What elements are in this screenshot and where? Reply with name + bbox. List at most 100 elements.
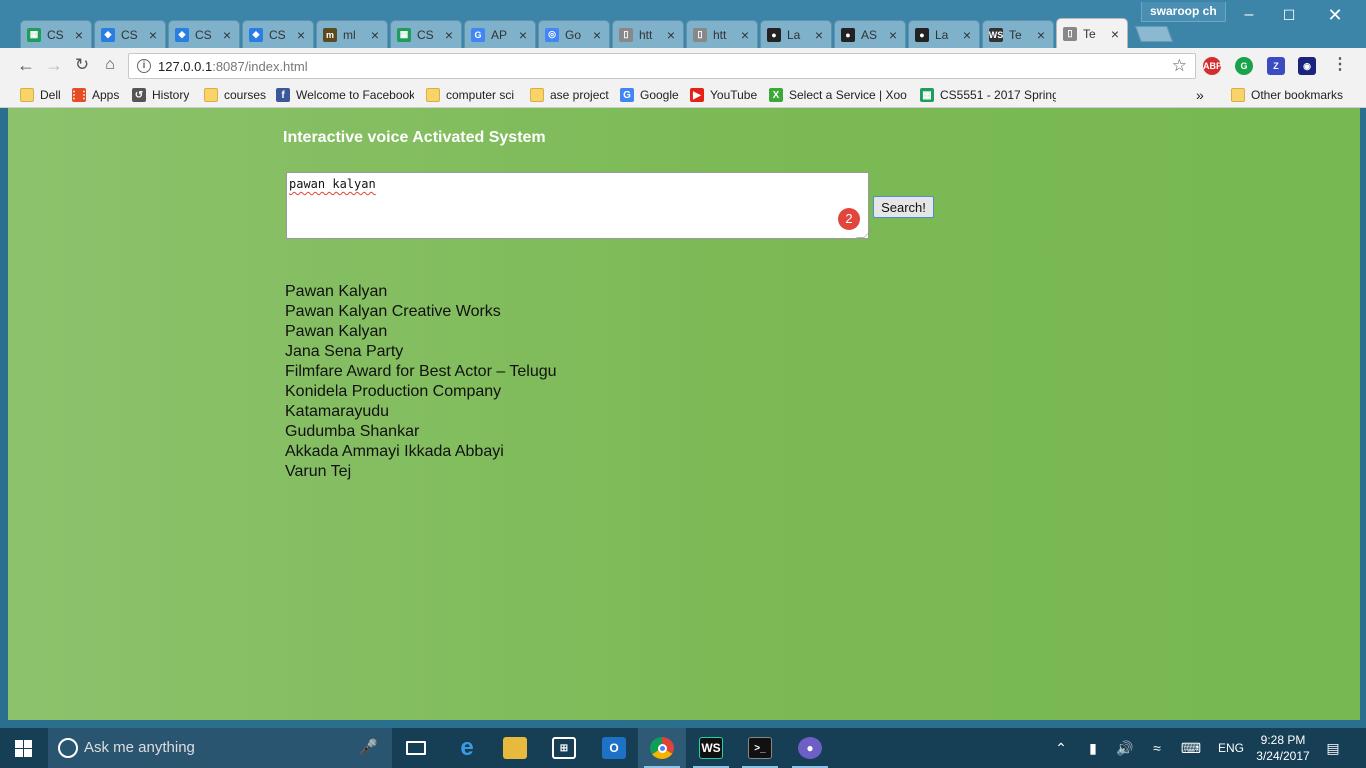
browser-tab[interactable]: ▯ Te ×	[1056, 18, 1128, 48]
back-arrow-icon[interactable]: ←	[14, 54, 38, 76]
extension-icon[interactable]: ◉	[1298, 57, 1316, 75]
language-indicator[interactable]: ENG	[1214, 728, 1248, 768]
file-explorer-app[interactable]	[491, 728, 539, 768]
chrome-app[interactable]	[638, 728, 686, 768]
grammarly-badge[interactable]: 2	[838, 208, 860, 230]
clock[interactable]: 9:28 PM 3/24/2017	[1254, 732, 1312, 764]
close-window-button[interactable]: ✕	[1312, 0, 1358, 30]
site-info-icon[interactable]: i	[137, 59, 151, 73]
more-bookmarks-chevron-icon[interactable]: »	[1196, 86, 1204, 104]
bookmark-item[interactable]: ↺ History	[132, 86, 189, 104]
tab-close-icon[interactable]: ×	[73, 27, 85, 43]
bookmark-item[interactable]: G Google	[620, 86, 679, 104]
cortana-search-box[interactable]: Ask me anything 🎤	[48, 728, 392, 768]
tab-close-icon[interactable]: ×	[517, 27, 529, 43]
windows-start-icon[interactable]	[15, 740, 32, 757]
folder-icon	[1231, 88, 1245, 102]
github-desktop-app[interactable]: ●	[786, 728, 834, 768]
search-button[interactable]: Search!	[873, 196, 934, 218]
new-tab-button[interactable]	[1135, 26, 1173, 42]
tab-title: CS	[121, 27, 138, 42]
wifi-icon[interactable]: ≈	[1146, 728, 1168, 768]
webstorm-app[interactable]: WS	[687, 728, 735, 768]
bookmark-star-icon[interactable]: ☆	[1172, 56, 1187, 76]
tab-close-icon[interactable]: ×	[813, 27, 825, 43]
zotero-icon[interactable]: Z	[1267, 57, 1285, 75]
task-view-button[interactable]	[392, 728, 440, 768]
tab-close-icon[interactable]: ×	[147, 27, 159, 43]
edge-app[interactable]: e	[443, 728, 491, 768]
tab-close-icon[interactable]: ×	[887, 27, 899, 43]
url-text[interactable]: 127.0.0.1:8087/index.html	[158, 59, 308, 74]
grammarly-icon[interactable]: G	[1235, 57, 1253, 75]
tab-close-icon[interactable]: ×	[443, 27, 455, 43]
menu-kebab-icon[interactable]: ⋮	[1328, 54, 1352, 76]
browser-tab[interactable]: ▦ CS ×	[390, 20, 462, 48]
outlook-app[interactable]: O	[590, 728, 638, 768]
bookmark-item[interactable]: courses	[204, 86, 266, 104]
browser-tab[interactable]: ● La ×	[760, 20, 832, 48]
tab-close-icon[interactable]: ×	[1035, 27, 1047, 43]
tab-close-icon[interactable]: ×	[739, 27, 751, 43]
folder-icon	[426, 88, 440, 102]
browser-tab[interactable]: ▦ CS ×	[20, 20, 92, 48]
keyboard-icon[interactable]: ⌨	[1178, 728, 1204, 768]
other-bookmarks[interactable]: Other bookmarks	[1231, 86, 1343, 104]
tab-close-icon[interactable]: ×	[961, 27, 973, 43]
bookmark-item[interactable]: ⋮⋮ Apps	[72, 86, 119, 104]
home-icon[interactable]: ⌂	[98, 54, 122, 76]
store-app[interactable]: ⊞	[540, 728, 588, 768]
sheets-icon: ▦	[397, 27, 411, 42]
bookmark-item[interactable]: f Welcome to Facebook	[276, 86, 414, 104]
tab-title: htt	[713, 27, 727, 42]
browser-tab[interactable]: ▯ htt ×	[686, 20, 758, 48]
address-bar[interactable]: i 127.0.0.1:8087/index.html ☆	[128, 53, 1196, 79]
profile-button[interactable]: swaroop ch	[1141, 2, 1226, 22]
query-textarea[interactable]	[286, 172, 869, 239]
tab-close-icon[interactable]: ×	[665, 27, 677, 43]
browser-tab[interactable]: G AP ×	[464, 20, 536, 48]
bookmark-item[interactable]: ▦ CS5551 - 2017 Spring	[920, 86, 1056, 104]
browser-tab[interactable]: ◆ CS ×	[242, 20, 314, 48]
show-hidden-icons-icon[interactable]: ⌃	[1052, 728, 1070, 768]
edge-icon: e	[460, 734, 474, 761]
terminal-icon: >_	[748, 737, 772, 759]
browser-titlebar: ▦ CS × ◆ CS × ◆ CS × ◆ CS × m ml × ▦ CS × G AP × ◎ Go × ▯ htt × ▯ ht…	[0, 0, 1366, 48]
browser-tab[interactable]: ◆ CS ×	[94, 20, 166, 48]
volume-icon[interactable]: 🔊	[1114, 728, 1136, 768]
browser-tab[interactable]: ● AS ×	[834, 20, 906, 48]
tab-close-icon[interactable]: ×	[295, 27, 307, 43]
apps-icon: ⋮⋮	[72, 88, 89, 102]
bookmark-item[interactable]: Dell	[20, 86, 61, 104]
youtube-icon: ▶	[690, 88, 704, 102]
bookmark-item[interactable]: ase project	[530, 86, 609, 104]
battery-icon[interactable]: ▮	[1082, 728, 1104, 768]
bookmark-item[interactable]: computer sci	[426, 86, 514, 104]
other-bookmarks-label: Other bookmarks	[1251, 88, 1344, 102]
tab-title: CS	[269, 27, 286, 42]
microphone-icon[interactable]: 🎤	[359, 728, 378, 768]
bookmark-item[interactable]: X Select a Service | Xoom	[769, 86, 907, 104]
tab-close-icon[interactable]: ×	[221, 27, 233, 43]
browser-tab[interactable]: WS Te ×	[982, 20, 1054, 48]
forward-arrow-icon[interactable]: →	[42, 54, 66, 76]
bookmark-item[interactable]: ▶ YouTube	[690, 86, 757, 104]
folder-icon	[20, 88, 34, 102]
browser-tab[interactable]: ▯ htt ×	[612, 20, 684, 48]
adblock-plus-icon[interactable]: ABP	[1203, 57, 1222, 75]
github-icon: ●	[841, 27, 855, 42]
action-center-icon[interactable]: ▤	[1320, 728, 1346, 768]
tab-close-icon[interactable]: ×	[591, 27, 603, 43]
browser-tab[interactable]: ◎ Go ×	[538, 20, 610, 48]
page-content: Interactive voice Activated System 2 Sea…	[8, 108, 1360, 720]
tab-close-icon[interactable]: ×	[369, 27, 381, 43]
maximize-button[interactable]: ☐	[1266, 0, 1312, 30]
browser-tab[interactable]: ● La ×	[908, 20, 980, 48]
terminal-app[interactable]: >_	[736, 728, 784, 768]
folder-icon	[530, 88, 544, 102]
browser-tab[interactable]: ◆ CS ×	[168, 20, 240, 48]
reload-icon[interactable]: ↻	[70, 54, 94, 76]
result-item: Filmfare Award for Best Actor – Telugu	[285, 363, 557, 380]
tab-close-icon[interactable]: ×	[1109, 26, 1121, 42]
browser-tab[interactable]: m ml ×	[316, 20, 388, 48]
